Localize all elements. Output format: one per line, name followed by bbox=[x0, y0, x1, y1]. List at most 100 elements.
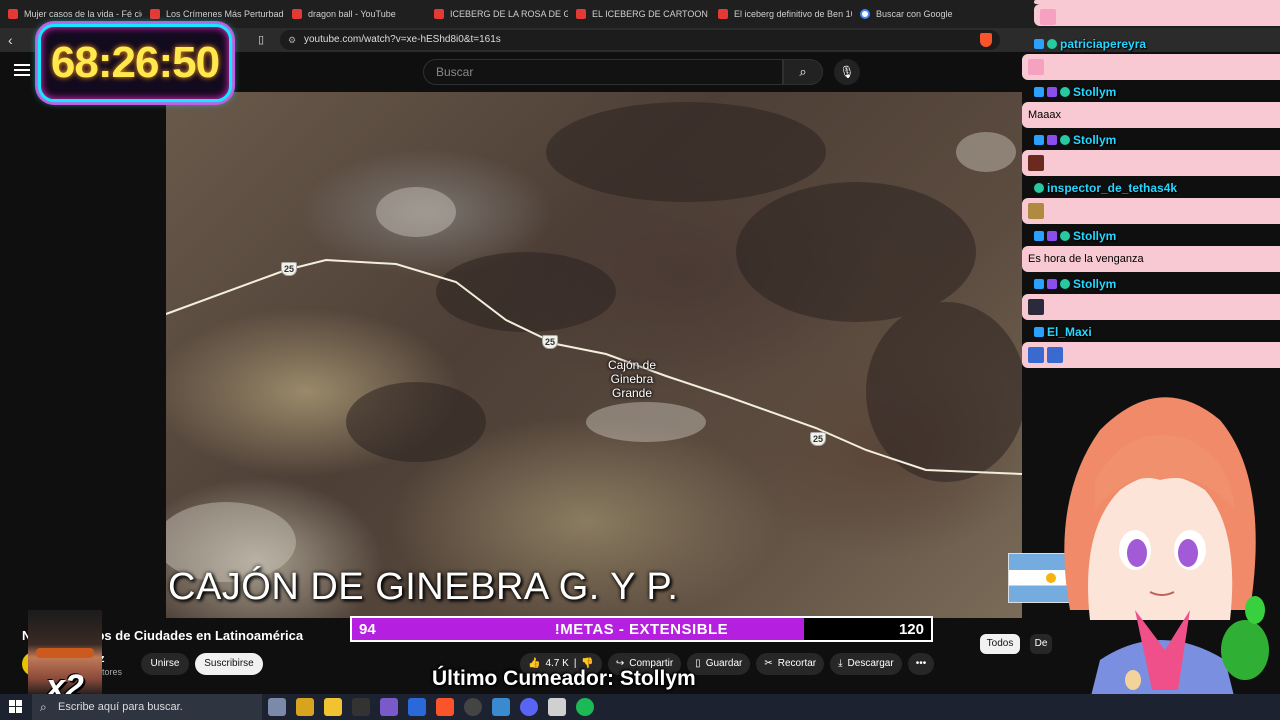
trophy-app-icon[interactable] bbox=[296, 698, 314, 716]
back-arrow-icon[interactable]: ‹ bbox=[8, 32, 13, 48]
chat-username: inspector_de_tethas4k bbox=[1020, 178, 1280, 198]
badge-icon bbox=[1047, 135, 1057, 145]
search-input[interactable]: Buscar bbox=[423, 59, 783, 85]
download-label: Descargar bbox=[847, 658, 894, 669]
windows-taskbar: ⌕ Escribe aquí para buscar. bbox=[0, 694, 1280, 720]
taskbar-search-placeholder: Escribe aquí para buscar. bbox=[58, 701, 183, 713]
bookmark-icon[interactable]: ▯ bbox=[258, 33, 264, 46]
windows-start-icon[interactable] bbox=[9, 700, 23, 714]
spotify-icon[interactable] bbox=[576, 698, 594, 716]
chat-body bbox=[1022, 150, 1280, 176]
chat-message: Stollym Es hora de la venganza bbox=[1020, 226, 1280, 272]
map-terrain bbox=[166, 102, 1022, 582]
download-button[interactable]: ⤓ Descargar bbox=[830, 653, 902, 675]
file-explorer-icon[interactable] bbox=[324, 698, 342, 716]
last-cumeador: Último Cumeador: Stollym bbox=[432, 667, 696, 690]
site-info-icon[interactable]: ⚙ bbox=[288, 30, 296, 50]
chat-message: Stollym bbox=[1020, 274, 1280, 320]
metas-goal: 120 bbox=[898, 621, 924, 638]
browser-tab[interactable]: Buscar con Google bbox=[852, 0, 994, 28]
badge-icon bbox=[1034, 135, 1044, 145]
badge-icon bbox=[1034, 231, 1044, 241]
chat-message: patriciapereyra bbox=[1020, 34, 1280, 80]
chat-emote bbox=[1028, 59, 1044, 76]
chat-user: patriciapereyra bbox=[1060, 37, 1147, 51]
chat-emote bbox=[1028, 299, 1044, 316]
badge-icon bbox=[1047, 87, 1057, 97]
subscribe-button[interactable]: Suscribirse bbox=[195, 653, 263, 675]
voice-search-button[interactable]: 🎙 bbox=[834, 59, 860, 85]
tab-title: Buscar con Google bbox=[876, 9, 953, 19]
badge-icon bbox=[1060, 279, 1070, 289]
chat-body bbox=[1022, 54, 1280, 80]
tab-title: Los Crímenes Más Perturbador bbox=[166, 9, 284, 19]
browser-tab[interactable]: ICEBERG DE LA ROSA DE GUA bbox=[426, 0, 568, 28]
youtube-icon bbox=[292, 9, 302, 19]
chat-username: Stollym bbox=[1020, 82, 1280, 102]
place-label-line: Cajón de bbox=[607, 358, 657, 372]
chat-body bbox=[1022, 198, 1280, 224]
scissors-icon: ✂ bbox=[764, 658, 773, 669]
url-field[interactable]: ⚙ youtube.com/watch?v=xe-hEShd8i0&t=161s bbox=[280, 30, 1000, 50]
chip-all[interactable]: Todos bbox=[980, 634, 1020, 654]
chat-user: El_Maxi bbox=[1047, 325, 1092, 339]
badge-icon bbox=[1047, 231, 1057, 241]
save-label: Guardar bbox=[705, 658, 743, 669]
youtube-icon bbox=[434, 9, 444, 19]
badge-icon bbox=[1060, 87, 1070, 97]
chat-user: Stollym bbox=[1073, 277, 1117, 291]
brave-browser-icon[interactable] bbox=[436, 698, 454, 716]
badge-icon bbox=[1034, 279, 1044, 289]
menu-icon[interactable] bbox=[14, 64, 30, 76]
youtube-icon bbox=[150, 9, 160, 19]
more-actions-button[interactable]: ••• bbox=[907, 653, 935, 675]
app-icon[interactable] bbox=[492, 698, 510, 716]
taskbar-apps bbox=[268, 698, 594, 716]
chat-emote bbox=[1028, 155, 1044, 172]
map-place-label: Cajón de Ginebra Grande bbox=[592, 358, 672, 400]
chat-message: inspector_de_tethas4k bbox=[1020, 178, 1280, 224]
search-button[interactable]: ⌕ bbox=[783, 59, 823, 85]
route-shield: 25 bbox=[810, 432, 826, 446]
chat-body: Maaax bbox=[1022, 102, 1280, 128]
video-player[interactable]: 25 25 25 Cajón de Ginebra Grande CAJÓN D… bbox=[166, 92, 1022, 618]
youtube-icon bbox=[576, 9, 586, 19]
brave-shield-icon[interactable] bbox=[980, 33, 992, 47]
chat-message: Stollym bbox=[1020, 130, 1280, 176]
channel-subscribers: tores bbox=[102, 667, 123, 677]
discord-icon[interactable] bbox=[520, 698, 538, 716]
app-n-icon[interactable] bbox=[352, 698, 370, 716]
tab-title: Mujer casos de la vida - Fé cie bbox=[24, 9, 142, 19]
tab-title: El iceberg definitivo de Ben 10 bbox=[734, 9, 852, 19]
browser-tab[interactable]: El iceberg definitivo de Ben 10 bbox=[710, 0, 852, 28]
feather-app-icon[interactable] bbox=[380, 698, 398, 716]
vtuber-avatar bbox=[1064, 397, 1269, 720]
screen: Mujer casos de la vida - Fé cie Los Crím… bbox=[0, 0, 1280, 720]
store-icon[interactable] bbox=[408, 698, 426, 716]
route-shield: 25 bbox=[542, 335, 558, 349]
taskbar-search-input[interactable]: ⌕ Escribe aquí para buscar. bbox=[32, 694, 262, 720]
youtube-icon bbox=[8, 9, 18, 19]
obs-icon[interactable] bbox=[464, 698, 482, 716]
route-shield: 25 bbox=[281, 262, 297, 276]
tab-title: EL ICEBERG DE CARTOON NET bbox=[592, 9, 710, 19]
join-button[interactable]: Unirse bbox=[141, 653, 189, 675]
timer-text: 68:26:50 bbox=[50, 38, 220, 87]
search-icon: ⌕ bbox=[40, 700, 47, 714]
save-button[interactable]: ▯ Guardar bbox=[687, 653, 751, 675]
browser-tab[interactable]: dragon ball - YouTube bbox=[284, 0, 426, 28]
chat-user: Stollym bbox=[1073, 85, 1117, 99]
task-view-icon[interactable] bbox=[268, 698, 286, 716]
chat-username: patriciapereyra bbox=[1020, 34, 1280, 54]
chat-username: Stollym bbox=[1020, 274, 1280, 294]
search-icon: ⌕ bbox=[799, 64, 807, 79]
clip-button[interactable]: ✂ Recortar bbox=[756, 653, 825, 675]
youtube-icon bbox=[718, 9, 728, 19]
chat-emote bbox=[1040, 9, 1056, 26]
badge-icon bbox=[1034, 39, 1044, 49]
media-player-icon[interactable] bbox=[548, 698, 566, 716]
chat-body bbox=[1034, 4, 1280, 26]
browser-tab[interactable]: EL ICEBERG DE CARTOON NET bbox=[568, 0, 710, 28]
url-text: youtube.com/watch?v=xe-hEShd8i0&t=161s bbox=[304, 34, 501, 45]
download-icon: ⤓ bbox=[838, 658, 843, 669]
